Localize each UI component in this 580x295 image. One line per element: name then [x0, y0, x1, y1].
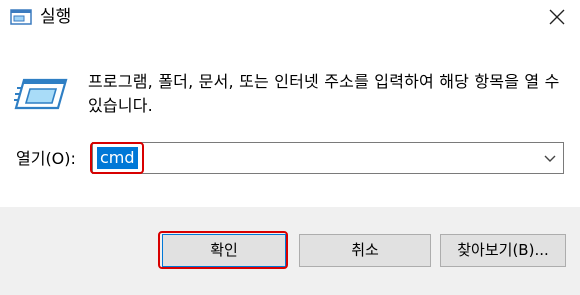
run-dialog: 실행 프로그램, 폴더, 문서, 또는 인터넷 주소를 입력하여 해당 항목을 …	[0, 0, 580, 295]
window-title: 실행	[40, 7, 72, 27]
close-icon[interactable]	[544, 4, 570, 30]
ok-button[interactable]: 확인	[162, 234, 286, 267]
title-bar[interactable]: 실행	[0, 0, 580, 36]
run-icon	[10, 9, 32, 25]
open-label: 열기(O):	[16, 149, 76, 168]
input-highlight-annotation	[90, 142, 144, 174]
chevron-down-icon[interactable]	[543, 151, 557, 165]
open-combobox[interactable]: cmd	[90, 142, 564, 174]
run-dialog-icon	[14, 78, 68, 110]
dialog-description: 프로그램, 폴더, 문서, 또는 인터넷 주소를 입력하여 해당 항목을 열 수…	[88, 72, 560, 115]
cancel-button[interactable]: 취소	[299, 234, 431, 267]
browse-button[interactable]: 찾아보기(B)...	[440, 234, 566, 267]
